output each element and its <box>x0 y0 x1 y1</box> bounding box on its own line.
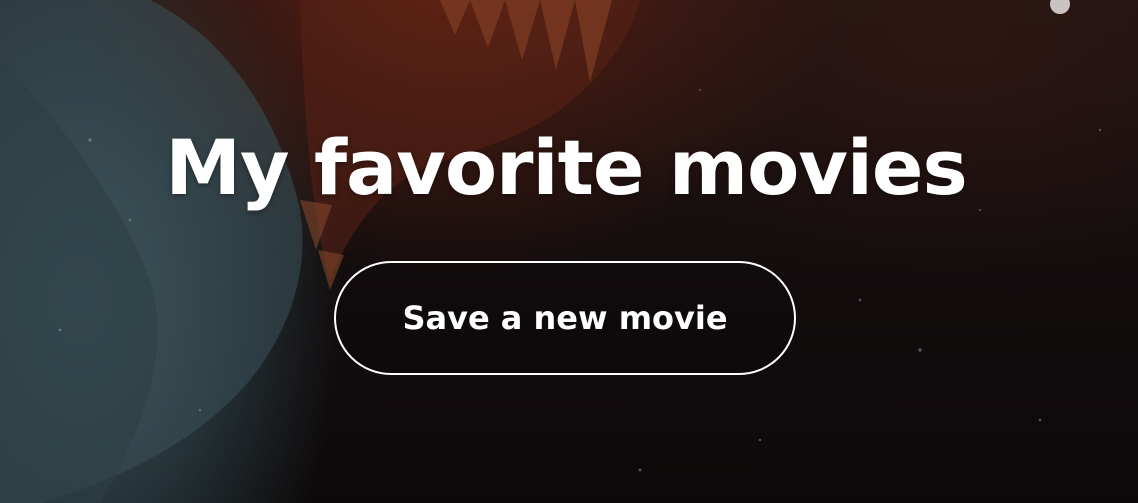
hero-section: My favorite movies Save a new movie <box>0 0 1138 503</box>
page-title: My favorite movies <box>165 123 967 212</box>
save-new-movie-button[interactable]: Save a new movie <box>334 261 796 375</box>
hero-background-image <box>0 0 1102 503</box>
